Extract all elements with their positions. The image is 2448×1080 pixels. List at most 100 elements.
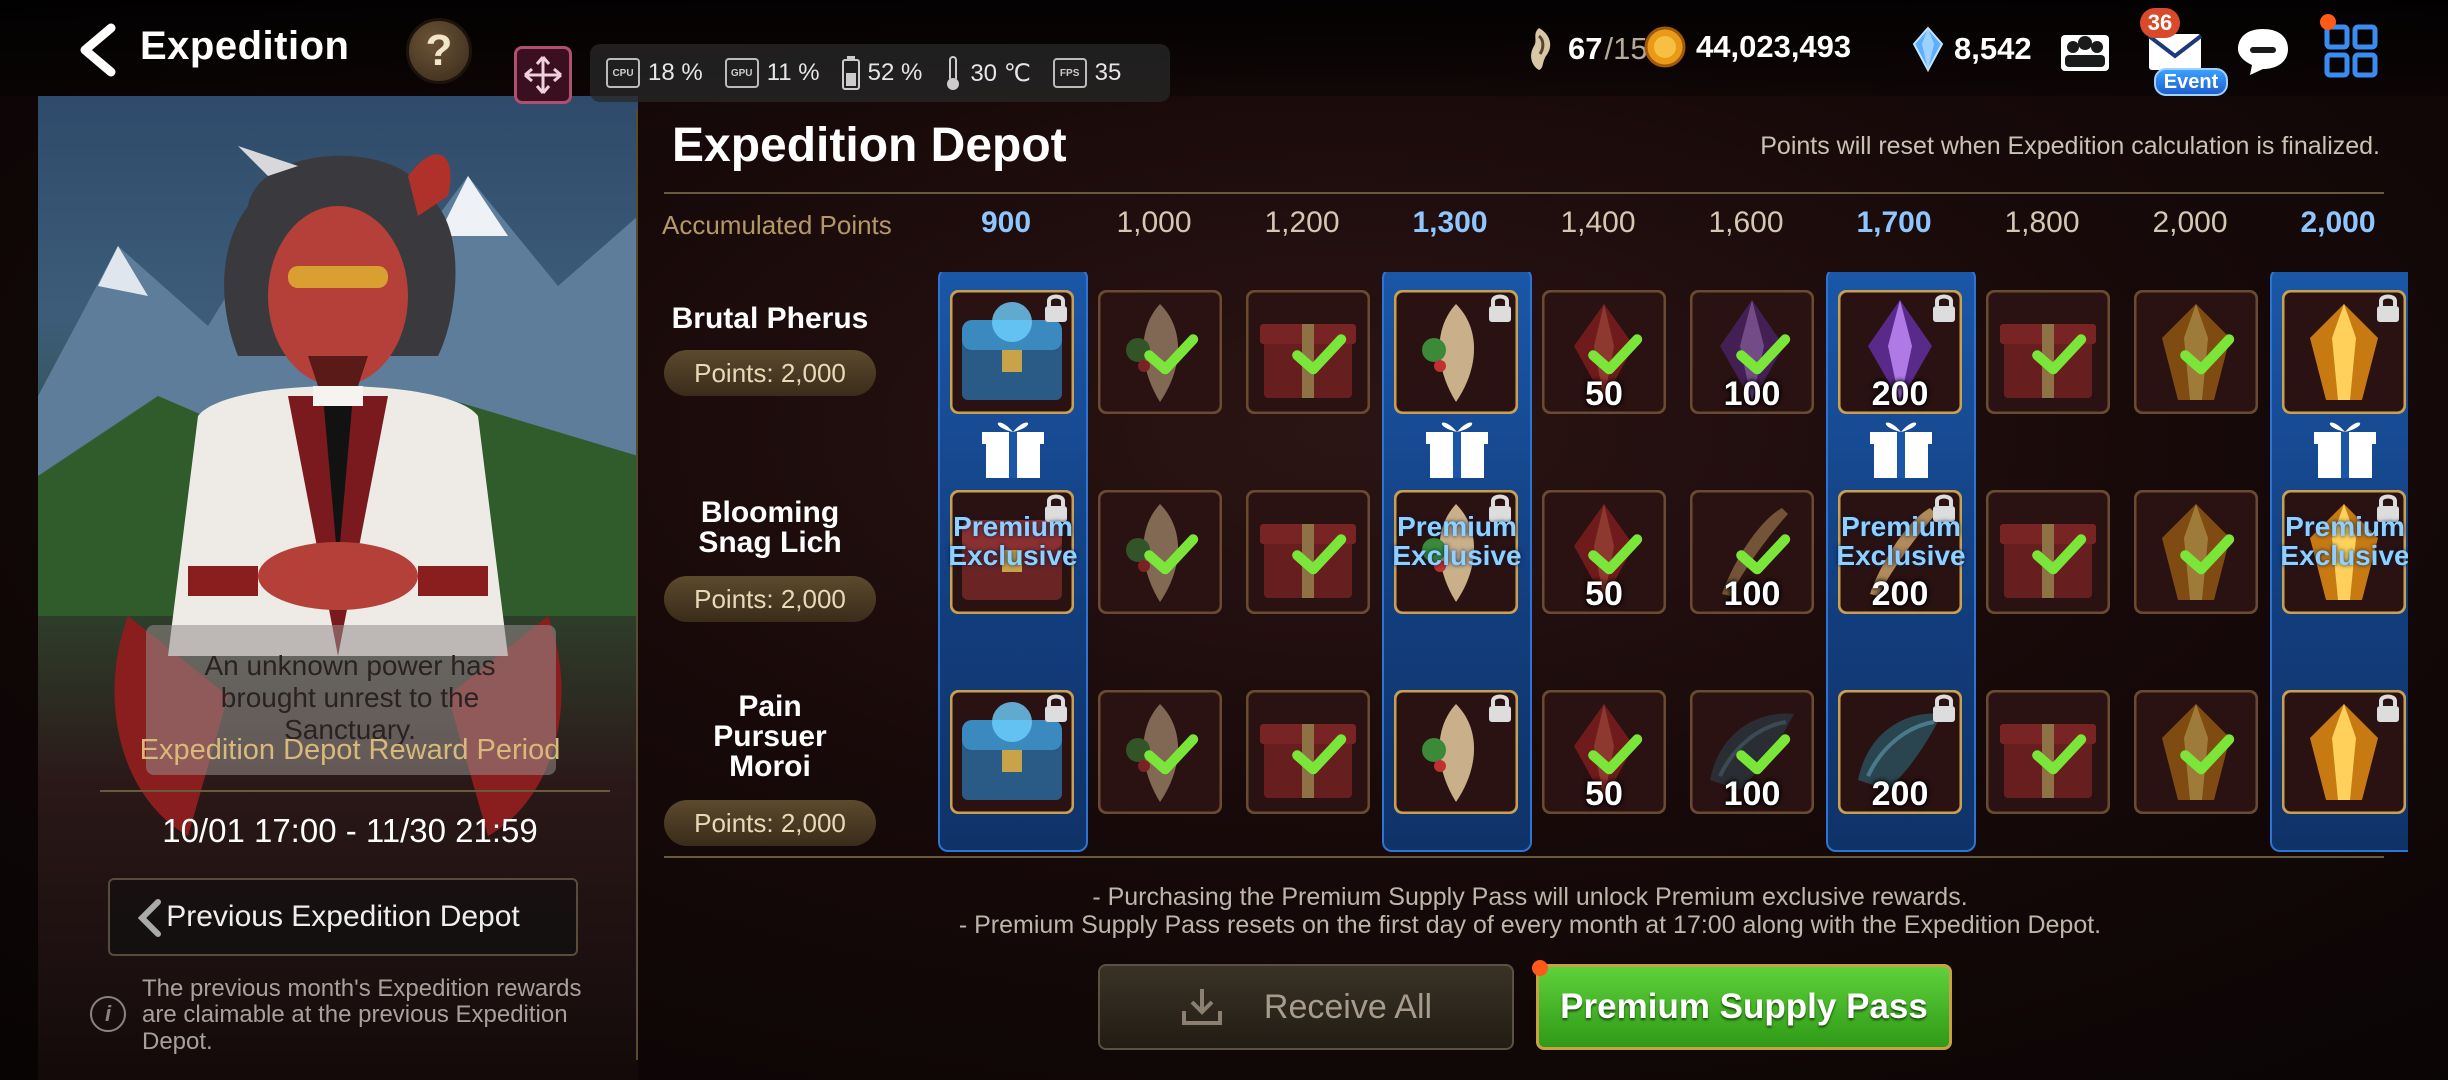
reward-cell[interactable] [1098,690,1222,814]
gold-display[interactable]: 44,023,493 [1644,26,1851,68]
lock-icon [1045,694,1067,722]
reward-cell[interactable] [2134,490,2258,614]
temperature-value: 30 ℃ [970,59,1031,87]
battery-stat: 52 % [841,56,923,90]
gift-icon [1870,422,1932,478]
reward-cell[interactable] [2282,690,2406,814]
accumulated-points-label: Accumulated Points [662,210,892,240]
checkmark-icon [2032,334,2087,375]
premium-supply-pass-label: Premium Supply Pass [1560,987,1928,1026]
temperature-stat: 30 ℃ [944,55,1031,91]
gold-amount: 44,023,493 [1696,29,1852,64]
reward-cell[interactable] [2134,290,2258,414]
premium-exclusive-label: Premium Exclusive [1836,511,1966,572]
help-button[interactable]: ? [406,18,472,84]
reward-cell[interactable] [1246,690,1370,814]
reward-grid: 50 100 200 50 100 200 50 100 200 Premium… [900,272,2408,862]
note-line: - Purchasing the Premium Supply Pass wil… [1092,883,1968,911]
lock-icon [2377,294,2399,322]
reward-cell[interactable]: 50 [1542,290,1666,414]
row-name: Brutal Pherus [671,302,869,335]
reward-cell[interactable] [950,290,1074,414]
page-title: Expedition [140,24,350,68]
point-threshold: 2,000 [2152,206,2228,239]
stamina-icon [1531,28,1551,70]
performance-overlay: CPU 18 % GPU 11 % 52 % 30 ℃ FPS 35 [590,44,1170,102]
reward-cell[interactable] [1246,290,1370,414]
point-threshold: 900 [980,206,1032,239]
thermometer-icon [947,56,960,90]
cpu-value: 18 % [648,59,703,86]
crystal-display[interactable]: 8,542 [1912,26,2032,72]
event-label[interactable]: Event [2154,68,2228,96]
reward-cell[interactable]: 200 [1838,290,1962,414]
reward-cell[interactable]: 100 [1690,690,1814,814]
reward-cell[interactable] [2282,290,2406,414]
checkmark-icon [1292,734,1347,775]
reward-cell[interactable]: 100 [1690,290,1814,414]
group-icon [2061,35,2109,71]
checkmark-icon [2032,534,2087,575]
previous-depot-button[interactable]: Previous Expedition Depot [108,878,578,956]
mail-count-badge: 36 [2140,8,2180,38]
reward-cell[interactable] [1098,490,1222,614]
gift-icon [982,422,1044,478]
reward-cell[interactable]: 100 [1690,490,1814,614]
crystal-amount: 8,542 [1954,31,2032,66]
depot-title: Expedition Depot [672,119,1067,172]
reward-cell[interactable] [950,690,1074,814]
receive-all-label: Receive All [1263,987,1433,1026]
premium-exclusive-label: Premium Exclusive [948,511,1078,572]
reset-note: Points will reset when Expedition calcul… [1760,132,2380,160]
reward-amount: 200 [1871,375,1929,413]
checkmark-icon [1736,534,1791,575]
point-threshold: 1,200 [1264,206,1340,239]
reward-period-dates: 10/01 17:00 - 11/30 21:59 [162,812,538,849]
friends-button[interactable] [2050,16,2120,86]
reward-period-label: Expedition Depot Reward Period [139,734,561,766]
checkmark-icon [1736,334,1791,375]
reward-cell[interactable] [1986,690,2110,814]
checkmark-icon [1292,334,1347,375]
premium-pass-notification-dot [1532,960,1548,976]
row-label: Blooming Snag Lich Points: 2,000 [664,498,876,622]
reward-cell[interactable] [1986,490,2110,614]
reward-cell[interactable] [1098,290,1222,414]
battery-value: 52 % [867,59,923,86]
cpu-stat: CPU 18 % [606,58,703,88]
reward-cell[interactable]: 50 [1542,690,1666,814]
reward-amount: 100 [1723,775,1781,813]
cpu-icon: CPU [606,58,640,88]
lock-icon [1045,294,1067,322]
checkmark-icon [1736,734,1791,775]
checkmark-icon [1144,534,1199,575]
reward-cell[interactable] [1986,290,2110,414]
gpu-stat: GPU 11 % [724,58,820,88]
back-button[interactable] [66,20,126,80]
move-arrows-icon [524,56,562,94]
move-overlay-button[interactable] [514,46,572,104]
download-icon [1181,989,1222,1025]
menu-notification-dot [2320,14,2336,30]
point-threshold: 2,000 [2300,206,2376,239]
gift-icon [1426,422,1488,478]
grid-menu-icon [2324,24,2378,78]
reward-cell[interactable] [1246,490,1370,614]
reward-cell[interactable] [2134,690,2258,814]
receive-all-button[interactable]: Receive All [1098,964,1514,1050]
point-threshold: 1,400 [1560,206,1636,239]
chat-button[interactable] [2228,16,2298,86]
lock-icon [2377,694,2399,722]
reward-cell[interactable]: 200 [1838,690,1962,814]
checkmark-icon [1588,334,1643,375]
reward-cell[interactable] [1394,690,1518,814]
point-threshold: 1,000 [1116,206,1192,239]
divider [664,192,2384,194]
point-threshold: 1,600 [1708,206,1784,239]
reward-cell[interactable] [1394,290,1518,414]
reward-cell[interactable]: 50 [1542,490,1666,614]
fps-icon: FPS [1052,58,1087,88]
battery-icon [841,56,860,90]
premium-supply-pass-button[interactable]: Premium Supply Pass [1536,964,1952,1050]
checkmark-icon [2180,734,2235,775]
